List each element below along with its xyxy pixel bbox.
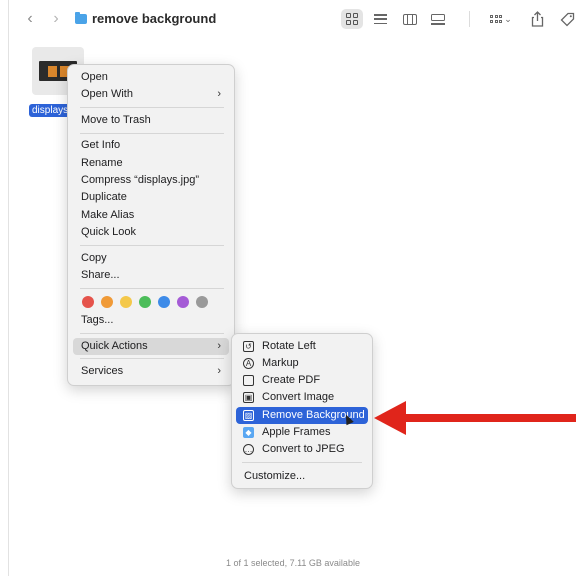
menu-item-get-info[interactable]: Get Info — [73, 137, 229, 154]
submenu-item-create-pdf[interactable]: Create PDF — [236, 372, 368, 389]
menu-divider — [80, 358, 224, 359]
tag-color-dot[interactable] — [120, 296, 132, 308]
grid-view-icon[interactable] — [341, 9, 363, 29]
menu-item-rename[interactable]: Rename — [73, 155, 229, 172]
submenu-item-rotate-left[interactable]: ↺ Rotate Left — [236, 338, 368, 355]
tag-color-dot[interactable] — [158, 296, 170, 308]
submenu-item-convert-to-jpeg[interactable]: … Convert to JPEG — [236, 441, 368, 458]
gallery-view-icon[interactable] — [427, 9, 449, 29]
menu-item-copy[interactable]: Copy — [73, 250, 229, 267]
window-title-area: remove background — [75, 11, 216, 26]
menu-item-open-with[interactable]: Open With › — [73, 86, 229, 103]
menu-item-tags[interactable]: Tags... — [73, 312, 229, 329]
menu-divider — [80, 107, 224, 108]
context-menu: Open Open With › Move to Trash Get Info R… — [67, 64, 235, 386]
submenu-item-customize[interactable]: Customize... — [236, 468, 368, 485]
chevron-right-icon: › — [217, 365, 221, 377]
tag-color-dot[interactable] — [177, 296, 189, 308]
folder-icon — [75, 11, 87, 24]
tag-color-dot[interactable] — [101, 296, 113, 308]
group-by-icon[interactable]: ⌄ — [484, 9, 518, 29]
menu-item-duplicate[interactable]: Duplicate — [73, 189, 229, 206]
convert-image-icon: ▣ — [243, 392, 254, 403]
quick-actions-submenu: ↺ Rotate Left A Markup Create PDF ▣ Conv… — [231, 333, 373, 489]
menu-item-quick-actions[interactable]: Quick Actions › — [73, 338, 229, 355]
menu-item-move-to-trash[interactable]: Move to Trash — [73, 112, 229, 129]
menu-item-open[interactable]: Open — [73, 69, 229, 86]
chevron-right-icon[interactable]: › — [47, 10, 65, 28]
submenu-item-apple-frames[interactable]: ◆ Apple Frames — [236, 424, 368, 441]
annotation-arrow-shaft — [402, 414, 576, 422]
tag-color-row — [82, 296, 208, 308]
menu-divider — [80, 333, 224, 334]
menu-divider — [242, 462, 362, 463]
rotate-left-icon: ↺ — [243, 341, 254, 352]
menu-item-services[interactable]: Services › — [73, 363, 229, 380]
status-bar: 1 of 1 selected, 7.11 GB available — [226, 558, 360, 568]
menu-item-quick-look[interactable]: Quick Look — [73, 224, 229, 241]
menu-divider — [80, 133, 224, 134]
annotation-arrow-head — [374, 401, 406, 435]
menu-item-compress[interactable]: Compress “displays.jpg” — [73, 172, 229, 189]
markup-icon: A — [243, 358, 254, 369]
chevron-right-icon: › — [217, 340, 221, 352]
share-icon[interactable] — [526, 9, 548, 29]
column-view-icon[interactable] — [399, 9, 421, 29]
remove-background-icon: ▨ — [243, 410, 254, 421]
shortcut-icon: ◆ — [243, 427, 254, 438]
menu-divider — [80, 288, 224, 289]
convert-icon: … — [243, 444, 254, 455]
toolbar: ‹ › remove background ⌄ — [9, 0, 576, 40]
chevron-down-icon: ⌄ — [504, 13, 512, 24]
menu-divider — [80, 245, 224, 246]
tag-icon[interactable] — [556, 9, 576, 29]
menu-item-make-alias[interactable]: Make Alias — [73, 207, 229, 224]
list-view-icon[interactable] — [369, 9, 391, 29]
tag-color-dot[interactable] — [139, 296, 151, 308]
submenu-item-convert-image[interactable]: ▣ Convert Image — [236, 389, 368, 406]
toolbar-divider — [469, 11, 470, 27]
menu-item-share[interactable]: Share... — [73, 267, 229, 284]
tag-color-dot[interactable] — [196, 296, 208, 308]
submenu-item-markup[interactable]: A Markup — [236, 355, 368, 372]
window-title: remove background — [92, 11, 217, 26]
document-icon — [243, 375, 254, 386]
chevron-right-icon: › — [217, 88, 221, 100]
chevron-left-icon[interactable]: ‹ — [21, 10, 39, 28]
tag-color-dot[interactable] — [82, 296, 94, 308]
